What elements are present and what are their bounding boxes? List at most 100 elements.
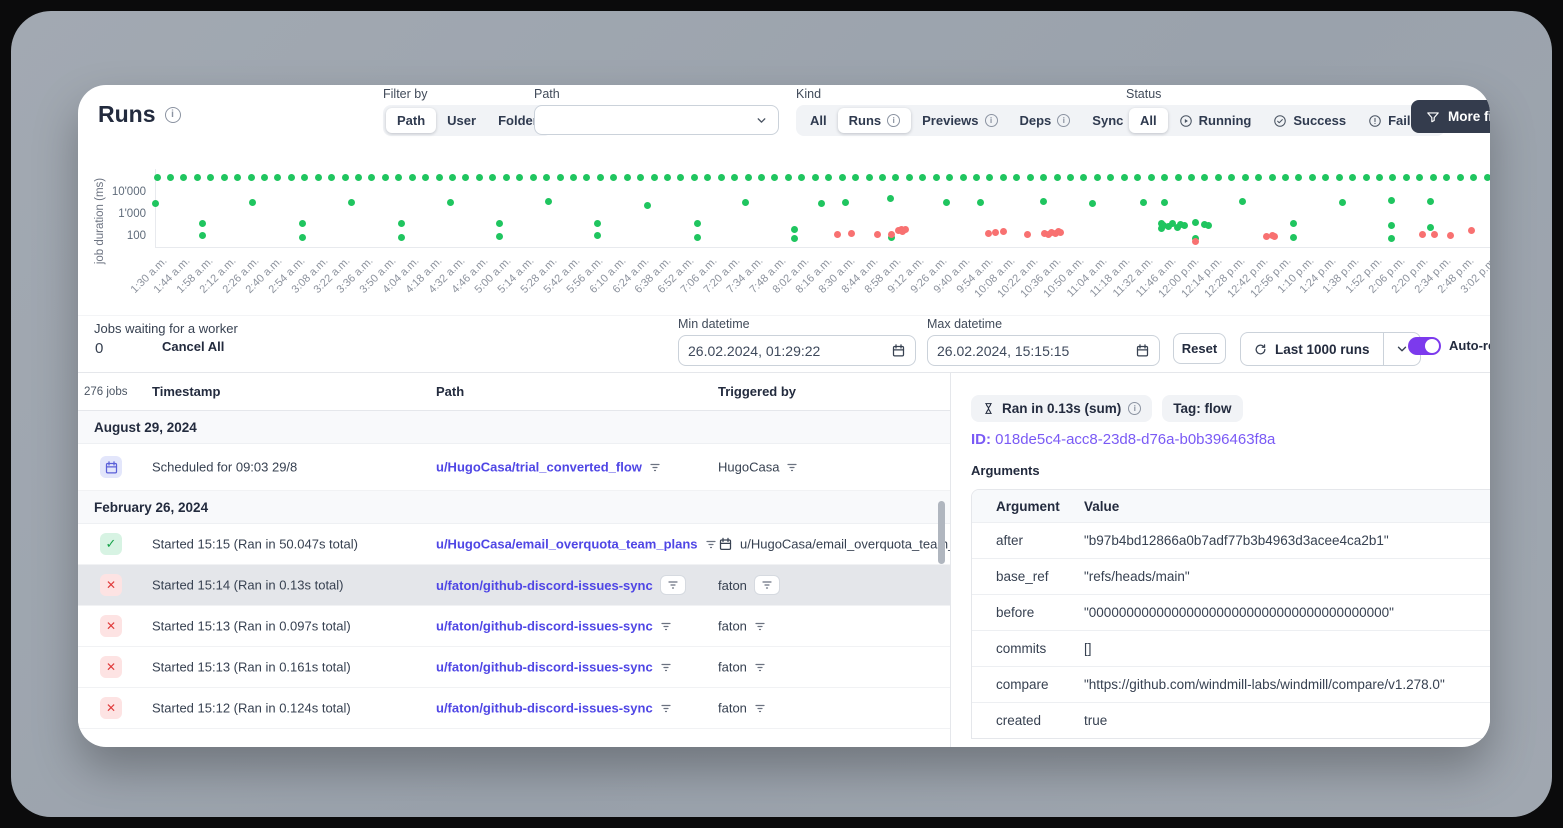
chart-dot-success[interactable]	[742, 199, 749, 206]
chart-dot-success[interactable]	[745, 174, 752, 181]
previews-info-icon[interactable]: i	[985, 114, 998, 127]
auto-refresh-toggle[interactable]	[1408, 337, 1441, 355]
chart-dot-success[interactable]	[207, 174, 214, 181]
chart-dot-success[interactable]	[1443, 174, 1450, 181]
chart-dot-success[interactable]	[892, 174, 899, 181]
chart-dot-success[interactable]	[664, 174, 671, 181]
chart-dot-success[interactable]	[543, 174, 550, 181]
chart-dot-success[interactable]	[355, 174, 362, 181]
job-row[interactable]: ✕Started 15:13 (Ran in 0.097s total)u/fa…	[78, 606, 950, 647]
job-path-link[interactable]: u/HugoCasa/trial_converted_flow	[436, 460, 642, 475]
chart-dot-success[interactable]	[194, 174, 201, 181]
chart-dot-success[interactable]	[398, 234, 405, 241]
chart-dot-success[interactable]	[1188, 174, 1195, 181]
calendar-icon[interactable]	[891, 343, 906, 358]
chart-dot-success[interactable]	[906, 174, 913, 181]
chart-dot-success[interactable]	[1089, 200, 1096, 207]
chart-dot-success[interactable]	[791, 235, 798, 242]
chart-dot-success[interactable]	[1205, 222, 1212, 229]
filter-icon[interactable]	[660, 702, 672, 714]
reset-button[interactable]: Reset	[1173, 333, 1226, 364]
chart-dot-success[interactable]	[1161, 199, 1168, 206]
chart-dot-success[interactable]	[677, 174, 684, 181]
chart-dot-success[interactable]	[718, 174, 725, 181]
chart-dot-success[interactable]	[946, 174, 953, 181]
chart-dot-success[interactable]	[758, 174, 765, 181]
chart-dot-success[interactable]	[342, 174, 349, 181]
chart-dot-success[interactable]	[1107, 174, 1114, 181]
chart-dot-success[interactable]	[154, 174, 161, 181]
job-row[interactable]: ✕Started 15:13 (Ran in 0.161s total)u/fa…	[78, 647, 950, 688]
filter-icon[interactable]	[660, 620, 672, 632]
chart-dot-failure[interactable]	[1468, 227, 1475, 234]
chart-dot-success[interactable]	[557, 174, 564, 181]
chart-dot-success[interactable]	[818, 200, 825, 207]
chart-dot-success[interactable]	[1228, 174, 1235, 181]
chart-dot-success[interactable]	[977, 199, 984, 206]
chart-dot-success[interactable]	[704, 174, 711, 181]
filter-icon[interactable]	[754, 620, 766, 632]
chart-dot-success[interactable]	[583, 174, 590, 181]
chart-dot-success[interactable]	[462, 174, 469, 181]
chart-dot-success[interactable]	[973, 174, 980, 181]
chart-dot-success[interactable]	[368, 174, 375, 181]
chart-dot-success[interactable]	[1175, 174, 1182, 181]
chart-dot-success[interactable]	[152, 200, 159, 207]
kind-option-deps[interactable]: Depsi	[1009, 108, 1082, 133]
chart-dot-success[interactable]	[1121, 174, 1128, 181]
chart-dot-success[interactable]	[315, 174, 322, 181]
chart-dot-success[interactable]	[299, 234, 306, 241]
job-row[interactable]: ✕Started 15:12 (Ran in 0.124s total)u/fa…	[78, 688, 950, 729]
chart-dot-success[interactable]	[1040, 198, 1047, 205]
chart-dot-success[interactable]	[348, 199, 355, 206]
job-path-link[interactable]: u/faton/github-discord-issues-sync	[436, 619, 653, 634]
duration-info-icon[interactable]: i	[1128, 402, 1141, 415]
chart-dot-success[interactable]	[395, 174, 402, 181]
chart-dot-success[interactable]	[1242, 174, 1249, 181]
chart-dot-success[interactable]	[1290, 220, 1297, 227]
chart-dot-success[interactable]	[1080, 174, 1087, 181]
chart-dot-success[interactable]	[1363, 174, 1370, 181]
chart-dot-success[interactable]	[1484, 174, 1491, 181]
chart-dot-success[interactable]	[422, 174, 429, 181]
chart-dot-failure[interactable]	[1057, 229, 1064, 236]
job-row[interactable]: ✕Started 15:14 (Ran in 0.13s total)u/fat…	[78, 565, 950, 606]
filter-icon[interactable]	[754, 661, 766, 673]
chart-dot-success[interactable]	[1388, 197, 1395, 204]
chart-dot-success[interactable]	[489, 174, 496, 181]
job-path-link[interactable]: u/HugoCasa/email_overquota_team_plans	[436, 537, 698, 552]
chart-dot-success[interactable]	[449, 174, 456, 181]
chart-dot-success[interactable]	[1013, 174, 1020, 181]
job-row[interactable]: ✓Started 15:15 (Ran in 50.047s total)u/H…	[78, 524, 950, 565]
chart-dot-success[interactable]	[328, 174, 335, 181]
filter-by-option-user[interactable]: User	[436, 108, 487, 133]
chart-dot-success[interactable]	[382, 174, 389, 181]
chart-dot-success[interactable]	[1000, 174, 1007, 181]
chart-dot-success[interactable]	[476, 174, 483, 181]
chart-dot-success[interactable]	[1388, 235, 1395, 242]
chart-dot-success[interactable]	[167, 174, 174, 181]
chart-dot-success[interactable]	[842, 199, 849, 206]
chart-dot-success[interactable]	[1416, 174, 1423, 181]
chart-dot-success[interactable]	[1295, 174, 1302, 181]
chart-dot-success[interactable]	[1094, 174, 1101, 181]
job-path-link[interactable]: u/faton/github-discord-issues-sync	[436, 578, 653, 593]
filter-icon[interactable]	[667, 579, 679, 591]
chart-dot-failure[interactable]	[874, 231, 881, 238]
chart-dot-success[interactable]	[288, 174, 295, 181]
chart-dot-success[interactable]	[1161, 174, 1168, 181]
chart-dot-success[interactable]	[986, 174, 993, 181]
chart-dot-success[interactable]	[1134, 174, 1141, 181]
filter-icon[interactable]	[705, 538, 717, 550]
chart-dot-success[interactable]	[545, 198, 552, 205]
filter-by-option-path[interactable]: Path	[386, 108, 436, 133]
chart-dot-success[interactable]	[1339, 199, 1346, 206]
kind-option-previews[interactable]: Previewsi	[911, 108, 1008, 133]
chart-dot-success[interactable]	[1215, 174, 1222, 181]
chart-dot-success[interactable]	[1430, 174, 1437, 181]
chart-dot-success[interactable]	[691, 174, 698, 181]
chart-dot-success[interactable]	[1140, 199, 1147, 206]
chart-dot-failure[interactable]	[1431, 231, 1438, 238]
chart-dot-success[interactable]	[570, 174, 577, 181]
chart-dot-success[interactable]	[199, 232, 206, 239]
